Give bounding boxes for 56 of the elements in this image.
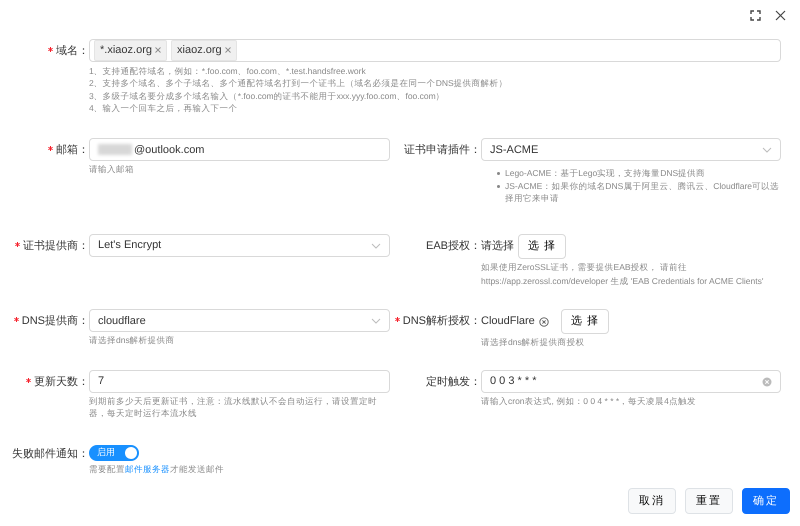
- close-icon[interactable]: [775, 10, 786, 20]
- help-text: 3、多级子域名要分成多个域名输入（*.foo.com的证书不能用于xxx.yyy.foo.com、foo.com）: [89, 90, 446, 102]
- help-text: 需要配置邮件服务器才能发送邮件: [89, 462, 225, 476]
- field-label: 证书申请插件：: [404, 144, 481, 156]
- tag: *.xiaoz.org: [94, 40, 168, 61]
- submit-button[interactable]: 确定: [742, 488, 790, 514]
- field-label: EAB授权：: [426, 240, 481, 252]
- cancel-button[interactable]: 取消: [628, 488, 676, 514]
- chevron-down-icon: [762, 146, 772, 153]
- field-value: CloudFlare: [481, 314, 535, 330]
- help-text: 如果使用ZeroSSL证书，需要提供EAB授权， 请前往: [481, 260, 688, 273]
- help-text: 请输入邮箱: [89, 163, 135, 176]
- text-field[interactable]: 0 0 3 * * *: [481, 370, 781, 394]
- field-value: 请选择: [481, 239, 514, 254]
- field-label: 证书提供商：: [23, 240, 89, 252]
- field-value: JS-ACME: [490, 142, 538, 158]
- help-text: 请选择dns解析提供商授权: [481, 336, 586, 348]
- select-button[interactable]: 选 择: [560, 309, 609, 334]
- field-value: 0 0 3 * * *: [490, 374, 538, 390]
- field-value: 7: [98, 374, 106, 390]
- field-label: 邮箱：: [56, 144, 89, 156]
- select-field[interactable]: Let's Encrypt: [89, 234, 390, 258]
- help-text: https://app.zerossl.com/developer 生成 'EAB Credentials for ACME Clients': [481, 275, 765, 288]
- text-field[interactable]: @outlook.com: [89, 138, 390, 162]
- field-label: 更新天数：: [34, 376, 89, 388]
- help-text: 4、输入一个回车之后，再输入下一个: [89, 102, 239, 114]
- text-field[interactable]: 7: [89, 370, 390, 394]
- tags-input[interactable]: *.xiaoz.org xiaoz.org: [89, 39, 781, 62]
- help-text: 到期前多少天后更新证书，注意：流水线默认不会自动运行，请设置定时器，每天定时运行本流水线: [89, 395, 378, 420]
- bullet-icon: [497, 184, 500, 188]
- help-text: 请选择dns解析提供商: [89, 334, 176, 347]
- field-label: DNS解析授权：: [402, 315, 481, 328]
- remove-tag-icon[interactable]: [224, 47, 231, 54]
- chevron-down-icon: [371, 242, 381, 249]
- help-text: 2、支持多个域名、多个子域名、多个通配符域名打到一个证书上（域名必须是在同一个DNS提供商解析）: [89, 77, 509, 90]
- help-text: JS-ACME：如果你的域名DNS属于阿里云、腾讯云、Cloudflare可以选择用它来申请: [505, 180, 780, 204]
- field-value: cloudflare: [98, 314, 146, 329]
- select-field[interactable]: JS-ACME: [481, 138, 781, 162]
- field-label: DNS提供商：: [22, 315, 89, 328]
- field-label: 失败邮件通知：: [12, 448, 89, 460]
- help-text: 请输入cron表达式, 例如：0 0 4 * * *，每天凌晨4点触发: [481, 395, 697, 408]
- fullscreen-icon[interactable]: [750, 10, 761, 20]
- clear-icon[interactable]: [538, 316, 549, 327]
- reset-button[interactable]: 重置: [685, 488, 733, 514]
- field-label: 域名：: [56, 45, 89, 57]
- bullet-icon: [497, 172, 500, 176]
- help-text: Lego-ACME：基于Lego实现，支持海量DNS提供商: [505, 167, 706, 180]
- tag: xiaoz.org: [171, 40, 237, 61]
- select-button[interactable]: 选 择: [518, 234, 566, 259]
- chevron-down-icon: [371, 318, 381, 324]
- help-text: 1、支持通配符域名，例如：*.foo.com、foo.com、*.test.handsfree.work: [89, 65, 367, 78]
- field-label: 定时触发：: [426, 376, 481, 388]
- field-value: Let's Encrypt: [98, 238, 162, 254]
- field-value: @outlook.com: [134, 142, 206, 158]
- remove-tag-icon[interactable]: [155, 47, 162, 54]
- select-field[interactable]: cloudflare: [89, 309, 390, 332]
